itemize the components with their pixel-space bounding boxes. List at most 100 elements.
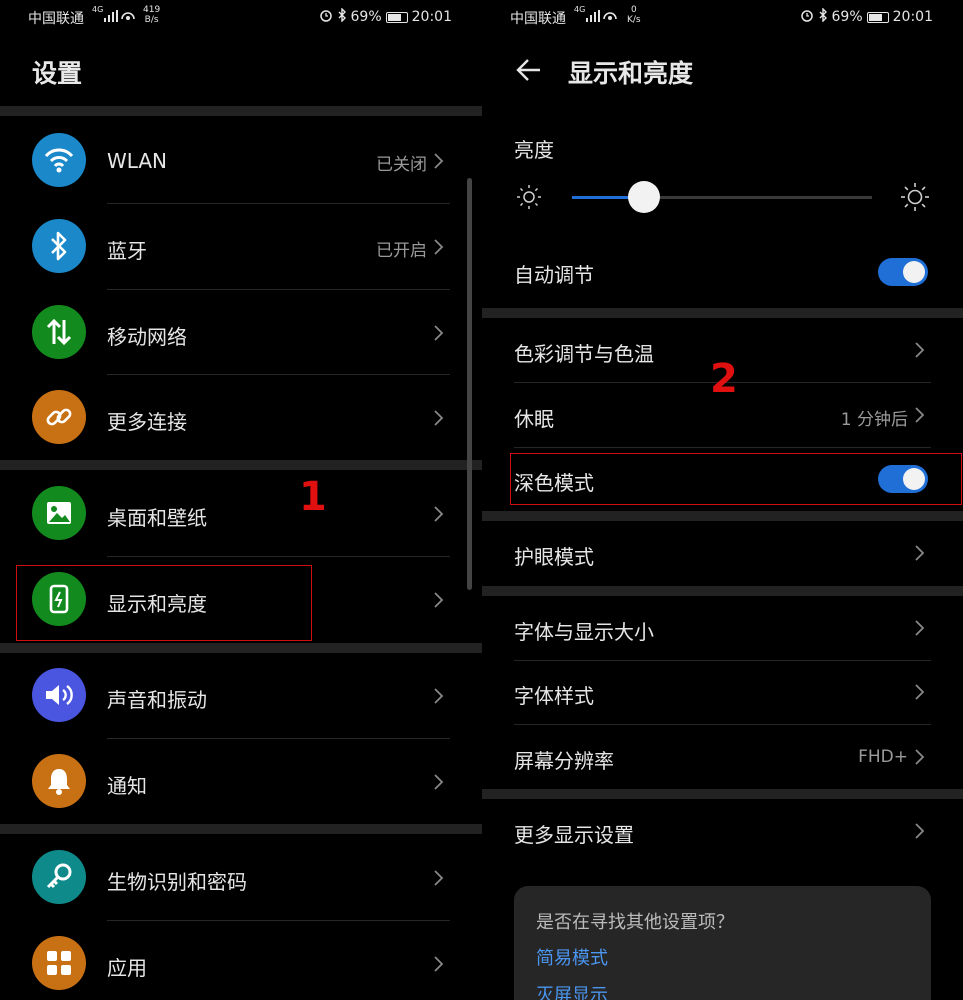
net-type-label: 4G: [574, 5, 586, 14]
settings-item-wlan[interactable]: WLAN 已关闭: [0, 118, 482, 204]
color-temperature-label: 色彩调节与色温: [514, 342, 654, 366]
suggestion-question: 是否在寻找其他设置项？: [536, 912, 734, 933]
section-separator: [0, 460, 482, 470]
settings-item-apps[interactable]: 应用: [0, 921, 482, 1000]
page-title: 显示和亮度: [568, 59, 694, 88]
more-display-settings-row[interactable]: 更多显示设置: [482, 799, 963, 865]
chevron-right-icon: [915, 407, 925, 423]
settings-item-biometrics[interactable]: 生物识别和密码: [0, 834, 482, 920]
settings-item-label: 通知: [107, 774, 147, 798]
brightness-slider-thumb[interactable]: [628, 181, 660, 213]
brightness-low-icon: [517, 185, 541, 209]
clock: 20:01: [411, 9, 452, 25]
hotspot-icon: [602, 9, 618, 27]
settings-item-label: 更多连接: [107, 410, 187, 434]
chevron-right-icon: [434, 956, 444, 972]
net-speed-value: 419: [143, 5, 161, 15]
carrier-label: 中国联通: [510, 11, 566, 27]
simple-mode-link[interactable]: 简易模式: [536, 944, 608, 970]
section-separator: [482, 586, 963, 596]
status-bar: 中国联通 4G 0 K/s 69% 20:01: [482, 0, 963, 34]
settings-item-value: 已关闭: [376, 155, 427, 175]
resolution-row[interactable]: 屏幕分辨率 FHD+: [482, 725, 963, 789]
net-speed-unit: B/s: [144, 15, 159, 25]
chevron-right-icon: [434, 506, 444, 522]
scrollbar[interactable]: [467, 178, 472, 590]
font-style-row[interactable]: 字体样式: [482, 661, 963, 725]
chevron-right-icon: [915, 620, 925, 636]
chevron-right-icon: [915, 342, 925, 358]
battery-percent: 69%: [831, 9, 863, 25]
net-speed-unit: K/s: [627, 15, 641, 25]
auto-adjust-toggle[interactable]: [878, 258, 928, 286]
bluetooth-status-icon: [818, 7, 828, 26]
display-brightness-panel: 中国联通 4G 0 K/s 69% 20:01 显示和亮度 亮度 自动调节 色彩…: [482, 0, 963, 1000]
settings-item-value: 已开启: [376, 241, 427, 261]
settings-item-more-connections[interactable]: 更多连接: [0, 375, 482, 460]
font-size-row[interactable]: 字体与显示大小: [482, 596, 963, 660]
sleep-value: 1 分钟后: [840, 410, 908, 430]
auto-adjust-label: 自动调节: [514, 263, 594, 287]
resolution-label: 屏幕分辨率: [514, 749, 614, 773]
settings-panel: 中国联通 4G 419 B/s 69% 20:01 设置 WLAN 已关闭 蓝牙…: [0, 0, 482, 1000]
settings-item-bluetooth[interactable]: 蓝牙 已开启: [0, 204, 482, 289]
hotspot-icon: [120, 9, 136, 27]
settings-item-wallpaper[interactable]: 桌面和壁纸: [0, 470, 482, 556]
brightness-slider-track[interactable]: [572, 181, 872, 213]
resolution-value: FHD+: [858, 747, 908, 767]
chevron-right-icon: [915, 545, 925, 561]
bell-icon: [32, 754, 86, 808]
font-size-label: 字体与显示大小: [514, 620, 654, 644]
clock: 20:01: [892, 9, 933, 25]
section-separator: [0, 106, 482, 116]
settings-item-label: 应用: [107, 956, 147, 980]
signal-icon: [586, 10, 600, 26]
step-number: 1: [299, 474, 327, 520]
sleep-label: 休眠: [514, 407, 554, 431]
chevron-right-icon: [915, 823, 925, 839]
chevron-right-icon: [915, 684, 925, 700]
battery-percent: 69%: [350, 9, 382, 25]
section-separator: [482, 789, 963, 799]
alarm-icon: [800, 8, 814, 26]
chevron-right-icon: [434, 688, 444, 704]
page-title: 设置: [32, 59, 83, 88]
highlight-box: [16, 565, 312, 641]
mobile-network-icon: [32, 305, 86, 359]
highlight-box: [510, 453, 962, 505]
link-icon: [32, 390, 86, 444]
key-icon: [32, 850, 86, 904]
section-separator: [0, 643, 482, 653]
alarm-icon: [319, 8, 333, 26]
eye-care-row[interactable]: 护眼模式: [482, 521, 963, 585]
chevron-right-icon: [434, 774, 444, 790]
wifi-icon: [32, 133, 86, 187]
section-separator: [0, 824, 482, 834]
settings-item-label: 生物识别和密码: [107, 870, 247, 894]
brightness-label: 亮度: [514, 138, 554, 162]
settings-item-label: 移动网络: [107, 325, 187, 349]
chevron-right-icon: [434, 870, 444, 886]
section-separator: [482, 511, 963, 521]
chevron-right-icon: [434, 239, 444, 255]
carrier-label: 中国联通: [28, 11, 84, 27]
toggle-knob: [903, 261, 925, 283]
auto-adjust-row[interactable]: 自动调节: [482, 240, 963, 306]
chevron-right-icon: [434, 592, 444, 608]
step-number: 2: [710, 356, 738, 402]
settings-item-notifications[interactable]: 通知: [0, 739, 482, 824]
settings-item-sound[interactable]: 声音和振动: [0, 653, 482, 739]
chevron-right-icon: [434, 153, 444, 169]
font-style-label: 字体样式: [514, 684, 594, 708]
eye-care-label: 护眼模式: [514, 545, 594, 569]
screen-off-display-link[interactable]: 灭屏显示: [536, 981, 608, 1000]
bluetooth-icon: [32, 219, 86, 273]
sound-icon: [32, 668, 86, 722]
net-speed: 419 B/s: [143, 5, 160, 25]
net-type-label: 4G: [92, 5, 104, 14]
battery-icon: [866, 11, 889, 23]
back-arrow-icon[interactable]: [514, 56, 544, 84]
settings-item-label: 蓝牙: [107, 239, 147, 263]
battery-icon: [385, 11, 408, 23]
settings-item-mobile-network[interactable]: 移动网络: [0, 290, 482, 375]
